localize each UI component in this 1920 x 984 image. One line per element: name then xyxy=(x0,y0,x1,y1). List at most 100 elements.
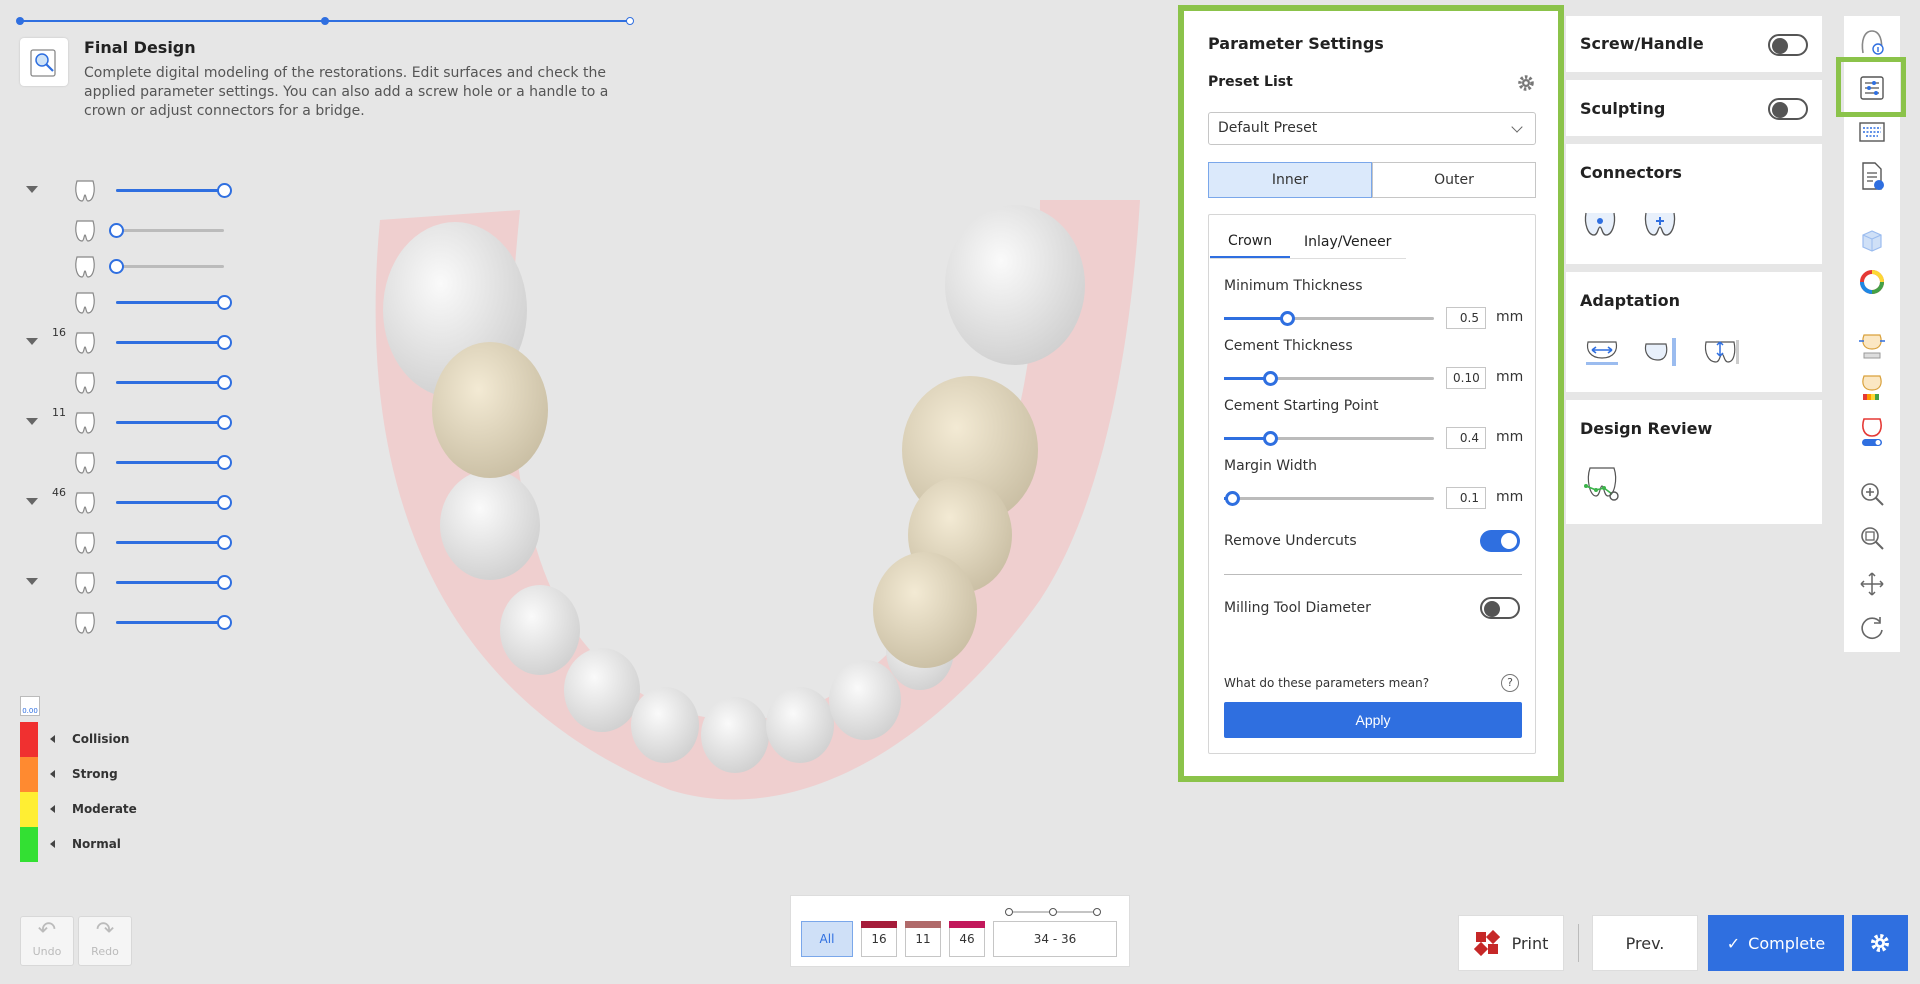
legend-arrow-icon[interactable] xyxy=(50,840,55,848)
legend-item[interactable]: Moderate xyxy=(20,792,160,827)
param-value-input[interactable]: 0.4 xyxy=(1446,427,1486,449)
undo-button[interactable]: ↶ Undo xyxy=(20,916,74,966)
param-slider[interactable] xyxy=(1224,491,1434,506)
layer-row[interactable]: 16 xyxy=(26,326,236,358)
segment-outer[interactable]: Outer xyxy=(1372,162,1536,198)
layer-opacity-slider[interactable] xyxy=(116,575,232,590)
tooth-filter-46[interactable]: 46 xyxy=(949,921,985,957)
layer-row[interactable] xyxy=(26,568,236,598)
adapt-vertical-icon[interactable] xyxy=(1700,332,1744,372)
layer-row[interactable]: 46 xyxy=(26,486,236,518)
legend-arrow-icon[interactable] xyxy=(50,735,55,743)
scan-info-icon[interactable] xyxy=(1856,26,1888,58)
layer-opacity-slider[interactable] xyxy=(116,335,232,350)
layer-row[interactable] xyxy=(26,368,236,398)
layer-icon[interactable] xyxy=(70,288,100,318)
layer-opacity-slider[interactable] xyxy=(116,295,232,310)
layer-icon[interactable] xyxy=(70,176,100,206)
print-button[interactable]: Print xyxy=(1458,915,1564,971)
layer-icon[interactable] xyxy=(70,408,100,438)
expand-caret-icon[interactable] xyxy=(26,186,38,193)
layer-row[interactable] xyxy=(26,288,236,318)
layer-row[interactable] xyxy=(26,608,236,638)
layer-icon[interactable] xyxy=(70,448,100,478)
param-value-input[interactable]: 0.1 xyxy=(1446,487,1486,509)
cube-view-icon[interactable] xyxy=(1856,224,1888,256)
layer-opacity-slider[interactable] xyxy=(109,223,224,238)
crown-transparency-icon[interactable] xyxy=(1856,330,1888,362)
report-icon[interactable] xyxy=(1856,160,1888,192)
apply-button[interactable]: Apply xyxy=(1224,702,1522,738)
color-wheel-icon[interactable] xyxy=(1856,266,1888,298)
rotate-icon[interactable] xyxy=(1856,612,1888,644)
layer-opacity-slider[interactable] xyxy=(116,455,232,470)
range-slider[interactable] xyxy=(1005,907,1101,917)
legend-item[interactable]: Normal xyxy=(20,827,160,862)
tab-crown[interactable]: Crown xyxy=(1210,226,1291,258)
layer-opacity-slider[interactable] xyxy=(116,375,232,390)
layer-opacity-slider[interactable] xyxy=(116,415,232,430)
complete-button[interactable]: ✓ Complete xyxy=(1708,915,1844,971)
milling-tool-toggle[interactable] xyxy=(1480,597,1520,619)
segment-inner[interactable]: Inner xyxy=(1208,162,1372,198)
tab-inlay-veneer[interactable]: Inlay/Veneer xyxy=(1286,226,1409,258)
tooth-filter-16[interactable]: 16 xyxy=(861,921,897,957)
connector-add-icon[interactable] xyxy=(1640,204,1684,244)
layer-row[interactable]: 11 xyxy=(26,406,236,438)
crown-on-toggle-icon[interactable] xyxy=(1856,416,1888,448)
layer-row[interactable] xyxy=(26,252,236,282)
layer-row[interactable] xyxy=(26,448,236,478)
param-slider[interactable] xyxy=(1224,311,1434,326)
tooth-filter-11[interactable]: 11 xyxy=(905,921,941,957)
legend-item[interactable]: Strong xyxy=(20,757,160,792)
expand-caret-icon[interactable] xyxy=(26,338,38,345)
layer-opacity-slider[interactable] xyxy=(116,535,232,550)
layer-icon[interactable] xyxy=(70,488,100,518)
legend-arrow-icon[interactable] xyxy=(50,805,55,813)
param-value-input[interactable]: 0.5 xyxy=(1446,307,1486,329)
legend-item[interactable]: Collision xyxy=(20,722,160,757)
preset-gear-icon[interactable] xyxy=(1517,74,1535,92)
param-slider[interactable] xyxy=(1224,431,1434,446)
zoom-fit-icon[interactable] xyxy=(1856,522,1888,554)
layer-icon[interactable] xyxy=(70,252,100,282)
redo-button[interactable]: ↷ Redo xyxy=(78,916,132,966)
screw-handle-toggle[interactable] xyxy=(1768,34,1808,56)
layer-icon[interactable] xyxy=(70,608,100,638)
crown-16[interactable] xyxy=(432,342,548,478)
layer-icon[interactable] xyxy=(70,368,100,398)
layer-opacity-slider[interactable] xyxy=(116,183,232,198)
dental-3d-viewport[interactable] xyxy=(340,180,1160,820)
preset-select[interactable]: Default Preset xyxy=(1208,112,1536,145)
layer-opacity-slider[interactable] xyxy=(109,259,224,274)
sculpting-toggle[interactable] xyxy=(1768,98,1808,120)
layer-opacity-slider[interactable] xyxy=(116,495,232,510)
adapt-height-icon[interactable] xyxy=(1640,332,1684,372)
expand-caret-icon[interactable] xyxy=(26,418,38,425)
layer-icon[interactable] xyxy=(70,528,100,558)
layer-icon[interactable] xyxy=(70,568,100,598)
keyboard-icon[interactable] xyxy=(1856,116,1888,148)
help-link[interactable]: What do these parameters mean? xyxy=(1224,676,1429,690)
remove-undercuts-toggle[interactable] xyxy=(1480,530,1520,552)
crown-bridge-pontic[interactable] xyxy=(873,552,977,668)
tooth-filter-all[interactable]: All xyxy=(801,921,853,957)
layer-icon[interactable] xyxy=(70,216,100,246)
layer-row[interactable] xyxy=(26,216,236,246)
adapt-horizontal-icon[interactable] xyxy=(1580,332,1624,372)
legend-arrow-icon[interactable] xyxy=(50,770,55,778)
param-value-input[interactable]: 0.10 xyxy=(1446,367,1486,389)
zoom-in-icon[interactable] xyxy=(1856,478,1888,510)
pan-icon[interactable] xyxy=(1856,568,1888,600)
collision-scale-icon[interactable]: 0.00 xyxy=(20,696,40,716)
expand-caret-icon[interactable] xyxy=(26,498,38,505)
design-review-icon[interactable] xyxy=(1580,464,1624,504)
crown-color-map-icon[interactable] xyxy=(1856,372,1888,404)
tooth-filter-range[interactable]: 34 - 36 xyxy=(993,921,1117,957)
expand-caret-icon[interactable] xyxy=(26,578,38,585)
layer-icon[interactable] xyxy=(70,328,100,358)
help-icon[interactable]: ? xyxy=(1501,674,1519,692)
layer-row[interactable] xyxy=(26,528,236,558)
layer-row[interactable] xyxy=(26,176,236,206)
layer-opacity-slider[interactable] xyxy=(116,615,232,630)
